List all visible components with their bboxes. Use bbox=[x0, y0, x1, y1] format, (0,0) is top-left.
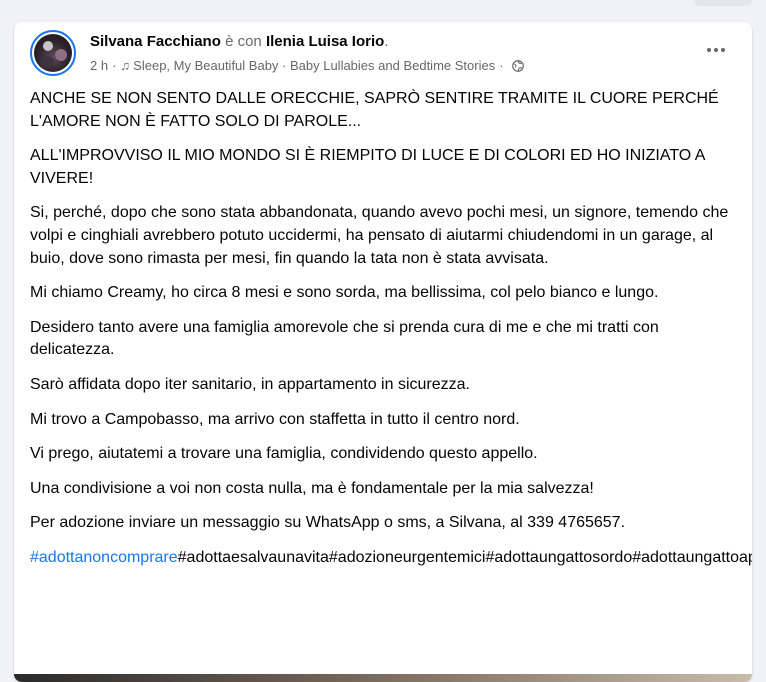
author-name-link[interactable]: Silvana Facchiano bbox=[90, 33, 221, 50]
post-paragraph: Vi prego, aiutatemi a trovare una famigl… bbox=[30, 445, 538, 463]
post-paragraph: Mi trovo a Campobasso, ma arrivo con sta… bbox=[30, 410, 520, 428]
post-media-preview[interactable] bbox=[14, 674, 752, 682]
post-card: Silvana Facchiano è con Ilenia Luisa Ior… bbox=[14, 22, 752, 682]
hashtag-link[interactable]: #adottaungattosordo bbox=[485, 549, 632, 566]
post-paragraph: ANCHE SE NON SENTO DALLE ORECCHIE, SAPRÒ… bbox=[30, 90, 719, 130]
post-paragraph: Si, perché, dopo che sono stata abbandon… bbox=[30, 204, 729, 267]
globe-icon[interactable] bbox=[511, 60, 524, 72]
post-paragraph: Mi chiamo Creamy, ho circa 8 mesi e sono… bbox=[30, 284, 659, 302]
tagged-person-link[interactable]: Ilenia Luisa Iorio bbox=[266, 33, 384, 50]
hashtag-link[interactable]: #adottanoncomprare bbox=[30, 549, 178, 566]
post-paragraph: Una condivisione a voi non costa nulla, … bbox=[30, 479, 594, 497]
meta-separator-2: · bbox=[499, 58, 504, 73]
post-title-line: Silvana Facchiano è con Ilenia Luisa Ior… bbox=[90, 32, 388, 52]
music-note-icon: ♫ bbox=[120, 58, 131, 73]
more-options-button[interactable] bbox=[702, 40, 730, 60]
with-connector: è con bbox=[225, 33, 262, 50]
top-corner-button[interactable] bbox=[694, 0, 752, 6]
title-suffix: . bbox=[384, 33, 389, 50]
hashtag-list: #adottanoncomprare#adottaesalvaunavita#a… bbox=[30, 547, 752, 570]
post-meta: 2 h · ♫ Sleep, My Beautiful Baby · Baby … bbox=[90, 57, 524, 75]
post-header: Silvana Facchiano è con Ilenia Luisa Ior… bbox=[30, 30, 736, 82]
post-timestamp[interactable]: 2 h bbox=[90, 57, 108, 75]
post-paragraph: Per adozione inviare un messaggio su Wha… bbox=[30, 514, 626, 532]
avatar-photo bbox=[34, 34, 72, 72]
hashtag-link[interactable]: #adottaesalvaunavita bbox=[178, 549, 329, 566]
post-text: ANCHE SE NON SENTO DALLE ORECCHIE, SAPRÒ… bbox=[30, 88, 752, 582]
more-horizontal-icon bbox=[707, 48, 711, 52]
feed-top-strip bbox=[0, 0, 766, 22]
meta-separator: · bbox=[112, 58, 117, 73]
post-paragraph: Sarò affidata dopo iter sanitario, in ap… bbox=[30, 375, 470, 393]
post-paragraph: Desidero tanto avere una famiglia amorev… bbox=[30, 318, 659, 359]
hashtag-link[interactable]: #adottaungattoapelolungo bbox=[632, 549, 752, 566]
audio-title-link[interactable]: Sleep, My Beautiful Baby · Baby Lullabie… bbox=[133, 57, 495, 75]
post-paragraph: ALL'IMPROVVISO IL MIO MONDO SI È RIEMPIT… bbox=[30, 147, 705, 187]
author-avatar[interactable] bbox=[30, 30, 76, 76]
hashtag-link[interactable]: #adozioneurgentemici bbox=[329, 549, 486, 566]
